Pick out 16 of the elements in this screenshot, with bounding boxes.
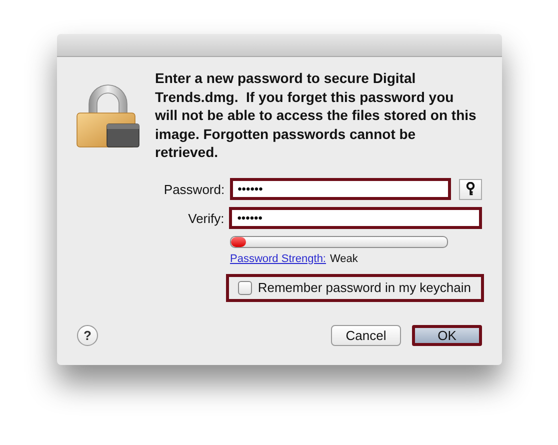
cancel-button[interactable]: Cancel <box>331 325 401 346</box>
password-field[interactable]: •••••• <box>230 178 452 200</box>
password-strength-link[interactable]: Password Strength: <box>230 252 326 264</box>
password-field[interactable]: •••••• <box>229 207 482 229</box>
ok-button[interactable]: OK <box>412 325 482 346</box>
key-icon <box>466 182 476 196</box>
strength-value: Weak <box>330 252 358 264</box>
checkbox-label: Remember password in my keychain <box>258 280 471 295</box>
help-button[interactable]: ? <box>77 325 98 346</box>
checkbox[interactable] <box>238 280 252 294</box>
field-label: Verify: <box>187 210 226 226</box>
dialog-message: Enter a new password to secure Digital Trends.dmg. If you forget this password you will not be able to access the files stored on this image. Forgotten passwords cannot be retrieved. <box>155 69 477 162</box>
keychain-option[interactable]: Remember password in my keychain <box>226 274 484 302</box>
padlock-icon <box>75 83 141 148</box>
field-label: Password: <box>162 182 226 196</box>
key-button[interactable] <box>459 178 482 200</box>
